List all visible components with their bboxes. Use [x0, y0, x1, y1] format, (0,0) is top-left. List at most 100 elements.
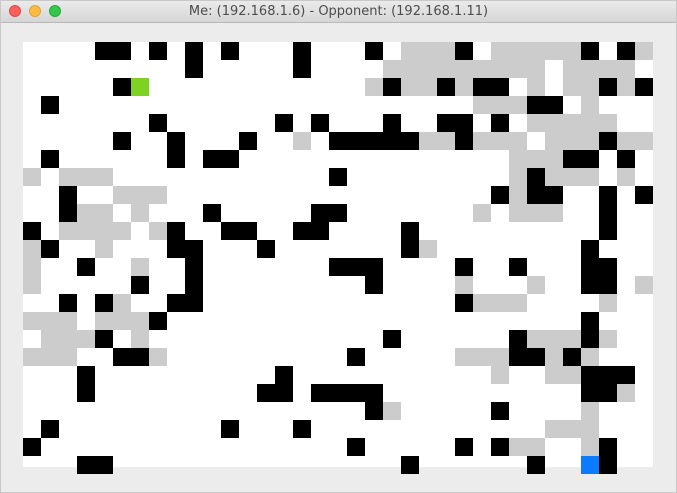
wall-cell: [527, 96, 545, 114]
trail-cell: [365, 78, 383, 96]
trail-cell: [527, 114, 545, 132]
trail-cell: [581, 114, 599, 132]
game-board[interactable]: [23, 42, 653, 474]
wall-cell: [59, 294, 77, 312]
wall-cell: [545, 186, 563, 204]
wall-cell: [491, 186, 509, 204]
wall-cell: [113, 348, 131, 366]
trail-cell: [401, 42, 419, 60]
trail-cell: [545, 420, 563, 438]
wall-cell: [347, 258, 365, 276]
wall-cell: [167, 222, 185, 240]
wall-cell: [401, 456, 419, 474]
trail-cell: [77, 330, 95, 348]
trail-cell: [617, 168, 635, 186]
trail-cell: [59, 312, 77, 330]
wall-cell: [347, 348, 365, 366]
wall-cell: [437, 78, 455, 96]
wall-cell: [635, 186, 653, 204]
wall-cell: [203, 150, 221, 168]
trail-cell: [563, 42, 581, 60]
trail-cell: [23, 258, 41, 276]
wall-cell: [581, 240, 599, 258]
wall-cell: [167, 132, 185, 150]
trail-cell: [113, 294, 131, 312]
wall-cell: [491, 402, 509, 420]
trail-cell: [473, 96, 491, 114]
trail-cell: [59, 222, 77, 240]
wall-cell: [329, 258, 347, 276]
trail-cell: [509, 132, 527, 150]
trail-cell: [545, 330, 563, 348]
trail-cell: [545, 132, 563, 150]
wall-cell: [365, 384, 383, 402]
wall-cell: [311, 222, 329, 240]
wall-cell: [581, 258, 599, 276]
wall-cell: [365, 132, 383, 150]
wall-cell: [329, 204, 347, 222]
wall-cell: [581, 150, 599, 168]
wall-cell: [581, 330, 599, 348]
trail-cell: [509, 438, 527, 456]
trail-cell: [563, 114, 581, 132]
wall-cell: [95, 456, 113, 474]
trail-cell: [581, 402, 599, 420]
trail-cell: [599, 330, 617, 348]
wall-cell: [599, 186, 617, 204]
wall-cell: [581, 276, 599, 294]
player-me-cell: [131, 78, 149, 96]
trail-cell: [437, 132, 455, 150]
trail-cell: [59, 168, 77, 186]
trail-cell: [509, 168, 527, 186]
wall-cell: [617, 42, 635, 60]
trail-cell: [437, 42, 455, 60]
wall-cell: [95, 294, 113, 312]
wall-cell: [149, 42, 167, 60]
wall-cell: [401, 132, 419, 150]
trail-cell: [383, 60, 401, 78]
wall-cell: [347, 384, 365, 402]
wall-cell: [257, 384, 275, 402]
wall-cell: [617, 150, 635, 168]
wall-cell: [41, 240, 59, 258]
title-bar[interactable]: Me: (192.168.1.6) - Opponent: (192.168.1…: [1, 1, 676, 23]
trail-cell: [563, 78, 581, 96]
wall-cell: [95, 42, 113, 60]
wall-cell: [185, 294, 203, 312]
wall-cell: [473, 78, 491, 96]
trail-cell: [149, 186, 167, 204]
wall-cell: [581, 384, 599, 402]
trail-cell: [473, 348, 491, 366]
trail-cell: [563, 330, 581, 348]
trail-cell: [527, 42, 545, 60]
trail-cell: [617, 78, 635, 96]
wall-cell: [455, 132, 473, 150]
wall-cell: [131, 276, 149, 294]
wall-cell: [455, 438, 473, 456]
trail-cell: [41, 312, 59, 330]
wall-cell: [599, 258, 617, 276]
trail-cell: [401, 78, 419, 96]
trail-cell: [455, 60, 473, 78]
trail-cell: [509, 42, 527, 60]
wall-cell: [275, 384, 293, 402]
trail-cell: [491, 294, 509, 312]
trail-cell: [581, 348, 599, 366]
player-opponent-cell: [581, 456, 599, 474]
trail-cell: [419, 132, 437, 150]
wall-cell: [581, 312, 599, 330]
trail-cell: [581, 420, 599, 438]
wall-cell: [527, 348, 545, 366]
trail-cell: [77, 222, 95, 240]
wall-cell: [383, 330, 401, 348]
wall-cell: [599, 366, 617, 384]
trail-cell: [563, 132, 581, 150]
wall-cell: [167, 240, 185, 258]
trail-cell: [473, 132, 491, 150]
wall-cell: [275, 114, 293, 132]
trail-cell: [545, 204, 563, 222]
trail-cell: [509, 150, 527, 168]
trail-cell: [95, 204, 113, 222]
wall-cell: [311, 114, 329, 132]
wall-cell: [455, 258, 473, 276]
